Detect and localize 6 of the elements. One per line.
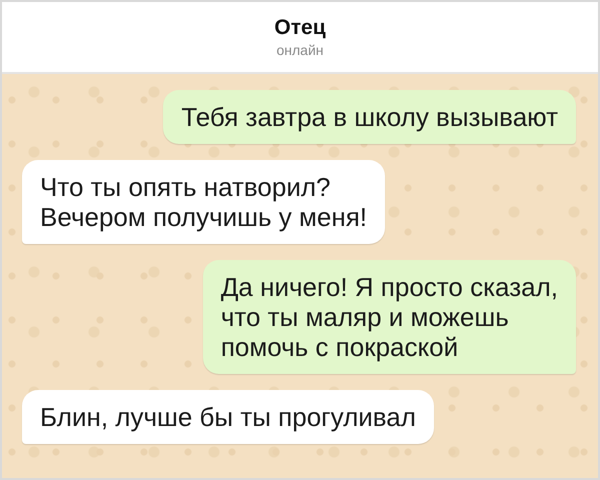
contact-name: Отец (274, 16, 326, 40)
sent-message: Тебя завтра в школу вызывают (163, 90, 576, 144)
received-message: Что ты опять натворил? Вечером получишь у меня! (22, 160, 386, 244)
received-message: Блин, лучше бы ты прогуливал (22, 390, 434, 444)
contact-status: онлайн (276, 42, 324, 58)
sent-message: Да ничего! Я просто сказал, что ты маляр и можешь помочь с покраской (202, 260, 576, 374)
